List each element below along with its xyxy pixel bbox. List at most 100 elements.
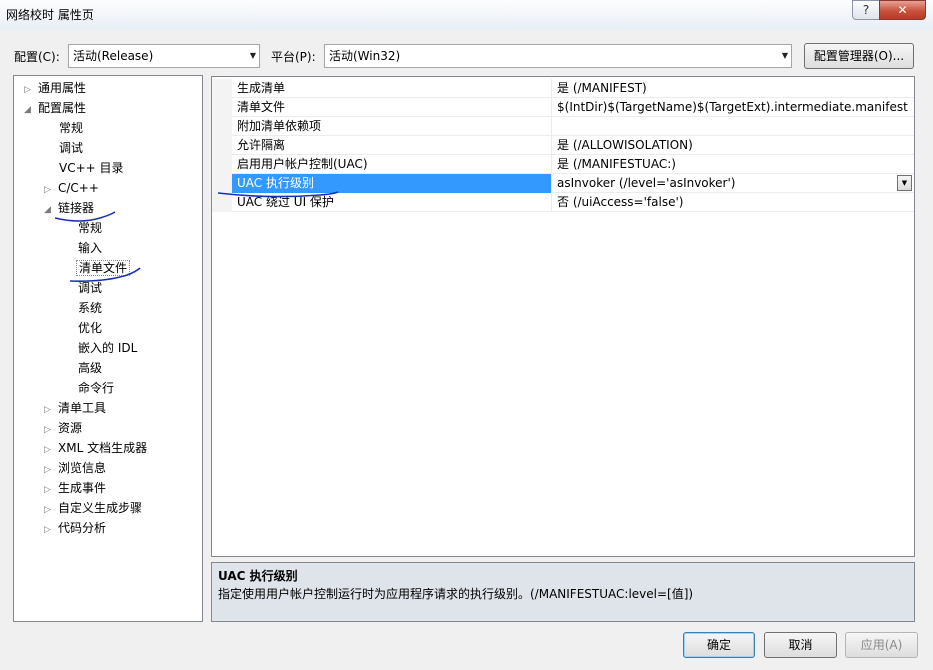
- row-gutter: [212, 193, 232, 212]
- tree-item-resources[interactable]: ▷ 资源: [44, 418, 82, 438]
- tree-item-linker-general[interactable]: 常规: [78, 218, 102, 238]
- expand-arrow-icon[interactable]: ▷: [44, 420, 58, 440]
- expand-arrow-icon[interactable]: ▷: [44, 500, 58, 520]
- tree-item-label: VC++ 目录: [59, 161, 124, 175]
- expand-arrow-icon[interactable]: ▷: [24, 80, 38, 100]
- expand-arrow-icon[interactable]: ▷: [44, 440, 58, 460]
- tree-item-linker-input[interactable]: 输入: [78, 238, 102, 258]
- config-select-value: 活动(Release): [73, 49, 154, 63]
- platform-select[interactable]: 活动(Win32) ▼: [324, 44, 792, 68]
- property-row-enable-uac[interactable]: 启用用户帐户控制(UAC) 是 (/MANIFESTUAC:): [212, 155, 914, 174]
- tree-item-system[interactable]: 系统: [78, 298, 102, 318]
- tree-item-label: 常规: [78, 221, 103, 235]
- expand-arrow-icon[interactable]: ▷: [44, 480, 58, 500]
- tree-item-common-properties[interactable]: ▷ 通用属性: [24, 78, 86, 98]
- tree-item-linker[interactable]: ◢ 链接器: [44, 198, 94, 218]
- expand-arrow-icon[interactable]: ▷: [44, 400, 58, 420]
- property-value[interactable]: 是 (/ALLOWISOLATION): [551, 136, 914, 155]
- property-value[interactable]: $(IntDir)$(TargetName)$(TargetExt).inter…: [551, 98, 914, 117]
- cancel-button[interactable]: 取消: [764, 632, 837, 658]
- tree-item-label: 嵌入的 IDL: [78, 341, 138, 355]
- tree-item-label: C/C++: [58, 181, 99, 195]
- config-select[interactable]: 活动(Release) ▼: [68, 44, 260, 68]
- property-value[interactable]: [551, 117, 914, 136]
- tree-item-label: 通用属性: [38, 81, 87, 95]
- row-gutter: [212, 98, 232, 117]
- property-name: 清单文件: [237, 100, 286, 114]
- tree-item-label: 调试: [78, 281, 103, 295]
- description-text: 指定使用用户帐户控制运行时为应用程序请求的执行级别。(/MANIFESTUAC:…: [218, 587, 694, 601]
- platform-label: 平台(P):: [271, 50, 316, 64]
- tree-item-xml-doc-generator[interactable]: ▷ XML 文档生成器: [44, 438, 147, 458]
- row-gutter: [212, 117, 232, 136]
- property-tree: ▷ 通用属性 ◢ 配置属性 常规 调试 VC++ 目录 ▷ C/C++ ◢ 链接器 常规…: [13, 75, 203, 622]
- ok-button[interactable]: 确定: [683, 632, 755, 658]
- expand-arrow-icon[interactable]: ▷: [44, 520, 58, 540]
- tree-item-advanced[interactable]: 高级: [78, 358, 102, 378]
- description-panel: UAC 执行级别 指定使用用户帐户控制运行时为应用程序请求的执行级别。(/MAN…: [211, 562, 915, 622]
- tree-item-label: 调试: [59, 141, 84, 155]
- tree-item-optimization[interactable]: 优化: [78, 318, 102, 338]
- tree-item-manifest-file[interactable]: 清单文件: [76, 258, 131, 278]
- property-value-dropdown[interactable]: asInvoker (/level='asInvoker'): [551, 174, 914, 193]
- tree-item-build-events[interactable]: ▷ 生成事件: [44, 478, 106, 498]
- help-button[interactable]: ?: [852, 0, 880, 20]
- tree-item-label: 命令行: [78, 381, 115, 395]
- property-name: UAC 绕过 UI 保护: [237, 195, 334, 209]
- property-row-additional-manifest-deps[interactable]: 附加清单依赖项: [212, 117, 914, 136]
- description-title: UAC 执行级别: [218, 569, 298, 583]
- property-row-allow-isolation[interactable]: 允许隔离 是 (/ALLOWISOLATION): [212, 136, 914, 155]
- property-value[interactable]: 是 (/MANIFESTUAC:): [551, 155, 914, 174]
- property-row-uac-execution-level[interactable]: UAC 执行级别 asInvoker (/level='asInvoker') …: [212, 174, 914, 193]
- tree-item-config-properties[interactable]: ◢ 配置属性: [24, 98, 86, 118]
- tree-item-vc-directories[interactable]: VC++ 目录: [59, 158, 124, 178]
- apply-button[interactable]: 应用(A): [845, 632, 918, 658]
- tree-item-manifest-tool[interactable]: ▷ 清单工具: [44, 398, 106, 418]
- collapse-arrow-icon[interactable]: ◢: [44, 200, 58, 220]
- property-value[interactable]: 否 (/uiAccess='false'): [551, 193, 914, 212]
- config-label: 配置(C):: [14, 50, 60, 64]
- dropdown-arrow-icon[interactable]: ▼: [897, 175, 912, 191]
- tree-item-custom-build-step[interactable]: ▷ 自定义生成步骤: [44, 498, 142, 518]
- title-bar: 网络校时 属性页 ? ✕: [0, 0, 933, 30]
- tree-item-debugging[interactable]: 调试: [59, 138, 83, 158]
- config-manager-button[interactable]: 配置管理器(O)...: [804, 43, 914, 69]
- tree-item-c-cpp[interactable]: ▷ C/C++: [44, 178, 99, 198]
- tree-item-label: 输入: [78, 241, 103, 255]
- tree-item-general[interactable]: 常规: [59, 118, 83, 138]
- tree-item-label: 资源: [58, 421, 83, 435]
- tree-item-label: 优化: [78, 321, 103, 335]
- tree-item-label: 常规: [59, 121, 84, 135]
- tree-item-label: 浏览信息: [58, 461, 107, 475]
- property-name: 启用用户帐户控制(UAC): [237, 157, 368, 171]
- tree-item-linker-debugging[interactable]: 调试: [78, 278, 102, 298]
- property-row-uac-bypass-ui[interactable]: UAC 绕过 UI 保护 否 (/uiAccess='false'): [212, 193, 914, 212]
- tree-item-label: 代码分析: [58, 521, 107, 535]
- tree-item-browse-info[interactable]: ▷ 浏览信息: [44, 458, 106, 478]
- expand-arrow-icon[interactable]: ▷: [44, 180, 58, 200]
- property-name: 允许隔离: [237, 138, 286, 152]
- window-title: 网络校时 属性页: [6, 8, 94, 22]
- property-value[interactable]: 是 (/MANIFEST): [551, 79, 914, 98]
- tree-item-code-analysis[interactable]: ▷ 代码分析: [44, 518, 106, 538]
- chevron-down-icon: ▼: [781, 51, 788, 60]
- property-name: 附加清单依赖项: [237, 119, 322, 133]
- property-row-manifest-file[interactable]: 清单文件 $(IntDir)$(TargetName)$(TargetExt).…: [212, 98, 914, 117]
- tree-item-embedded-idl[interactable]: 嵌入的 IDL: [78, 338, 137, 358]
- row-gutter: [212, 79, 232, 98]
- tree-item-label: 配置属性: [38, 101, 87, 115]
- collapse-arrow-icon[interactable]: ◢: [24, 100, 38, 120]
- platform-select-value: 活动(Win32): [329, 49, 401, 63]
- close-button[interactable]: ✕: [879, 0, 926, 20]
- tree-item-label: 清单文件: [76, 260, 131, 276]
- tree-item-command-line[interactable]: 命令行: [78, 378, 114, 398]
- expand-arrow-icon[interactable]: ▷: [44, 460, 58, 480]
- property-row-generate-manifest[interactable]: 生成清单 是 (/MANIFEST): [212, 79, 914, 98]
- row-gutter: [212, 174, 232, 193]
- property-name: 生成清单: [237, 81, 286, 95]
- tree-item-label: 系统: [78, 301, 103, 315]
- tree-item-label: 清单工具: [58, 401, 107, 415]
- property-name: UAC 执行级别: [237, 176, 314, 190]
- tree-item-label: 高级: [78, 361, 103, 375]
- tree-item-label: 自定义生成步骤: [58, 501, 143, 515]
